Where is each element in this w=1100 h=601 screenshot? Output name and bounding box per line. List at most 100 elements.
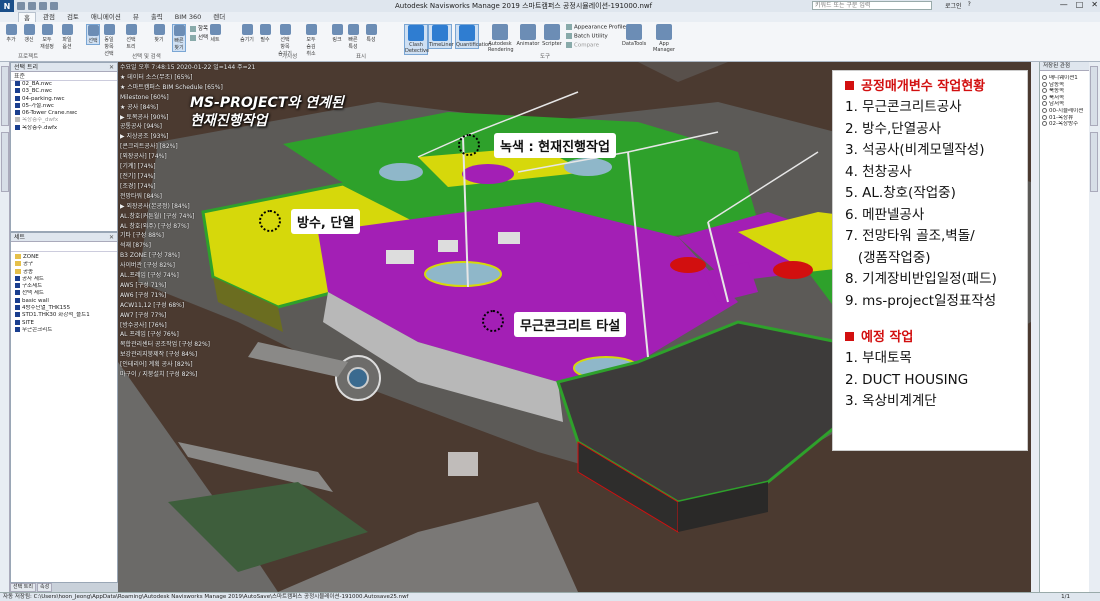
selection-tree-title: 선택 트리 xyxy=(14,64,38,71)
right-dock-strip xyxy=(1031,62,1039,592)
find-items-button[interactable]: 찾기 xyxy=(152,24,166,43)
list-item[interactable]: 공사 세트 xyxy=(15,275,117,283)
compare-button[interactable]: Compare xyxy=(566,42,599,49)
tab-output[interactable]: 출력 xyxy=(146,12,168,22)
selection-tree-filter[interactable]: 표준 xyxy=(11,72,117,81)
title-bar: N Autodesk Navisworks Manage 2019 스마트캠퍼스… xyxy=(0,0,1100,12)
file-options-button[interactable]: 파일 옵션 xyxy=(60,24,74,50)
list-item[interactable]: SITE xyxy=(15,319,117,327)
list-item[interactable]: STD1.THK30 화강석_플트1 xyxy=(15,312,117,319)
viewpoint-item[interactable]: 01-옥상뷰 xyxy=(1042,114,1089,122)
clash-detective-button[interactable]: Clash Detective xyxy=(404,24,429,55)
overlay-date-line: 수요일 오후 7:48:15 2020-01-22 일=144 주=21 xyxy=(120,64,256,71)
app-menu-button[interactable]: N xyxy=(0,0,14,12)
viewpoint-item[interactable]: 00-시뮬레이션 xyxy=(1042,107,1089,115)
search-input[interactable]: 키워드 또는 구문 입력 xyxy=(812,1,932,10)
model-file-icon xyxy=(15,102,20,108)
viewpoint-item[interactable]: 매니웨이션1 xyxy=(1042,75,1089,82)
panel-close-icon[interactable]: ✕ xyxy=(109,233,114,242)
rail-tab-viewpoints[interactable] xyxy=(1090,132,1098,192)
refresh-button[interactable]: 갱신 xyxy=(22,24,36,43)
quick-find-button[interactable]: 빠른 찾기 xyxy=(172,24,186,52)
properties-button[interactable]: 특성 xyxy=(364,24,378,43)
tab-review[interactable]: 검토 xyxy=(62,12,84,22)
properties-label: 특성 xyxy=(366,37,376,43)
clash-icon xyxy=(408,25,424,41)
save-icon[interactable] xyxy=(28,2,36,10)
list-item-label: ZONE xyxy=(23,254,39,260)
list-item[interactable]: 선택 세트 xyxy=(15,290,117,297)
rendering-button[interactable]: Autodesk Rendering xyxy=(488,24,514,53)
batch-utility-button[interactable]: Batch Utility xyxy=(566,33,608,40)
tab-home[interactable]: 홈 xyxy=(18,12,36,22)
list-item-label: basic wall xyxy=(22,297,49,304)
viewpoint-item[interactable]: 북동쪽 xyxy=(1042,88,1089,95)
links-button[interactable]: 링크 xyxy=(330,24,344,43)
timeliner-button[interactable]: TimeLiner xyxy=(428,24,454,49)
sets-button[interactable]: 세트 xyxy=(208,24,222,43)
overlay-line: [조경] [74%] xyxy=(120,182,156,190)
selection-tree-button[interactable]: 선택 트리 xyxy=(124,24,138,50)
tab-animation[interactable]: 애니메이션 xyxy=(86,12,126,22)
saved-viewpoints-panel: 저장된 관점 매니웨이션1 남동쪽 북동쪽 북서쪽 남서쪽 00-시뮬레이션 0… xyxy=(1039,62,1089,592)
overlay-line: ACW11,12 [구성 68%] xyxy=(120,301,185,309)
group-tools-label: 도구 xyxy=(540,54,551,60)
appearance-profiler-button[interactable]: Appearance Profiler xyxy=(566,24,628,31)
viewpoint-item[interactable]: 남동쪽 xyxy=(1042,81,1089,89)
viewpoint-item[interactable]: 남서쪽 xyxy=(1042,101,1089,108)
redo-icon[interactable] xyxy=(50,2,58,10)
reset-all-button[interactable]: 모두 재설정 xyxy=(40,24,54,50)
list-item[interactable]: 옥상층주.dwfx xyxy=(15,124,117,132)
list-item[interactable]: 무근콘크리트 xyxy=(15,326,117,334)
viewpoint-item[interactable]: 02-옥상방수 xyxy=(1042,121,1089,128)
append-button[interactable]: 추가 xyxy=(4,24,18,43)
list-item[interactable]: 05-가설.nwc xyxy=(15,102,117,110)
list-item[interactable]: 공구 xyxy=(15,261,117,268)
page-indicator: 1/1 xyxy=(1061,594,1070,600)
hide-button[interactable]: 숨기기 xyxy=(240,24,254,43)
tab-bim360[interactable]: BIM 360 xyxy=(170,12,206,22)
scripter-button[interactable]: Scripter xyxy=(540,24,564,47)
list-item[interactable]: basic wall xyxy=(15,297,117,305)
list-item[interactable]: 03_BC.nwc xyxy=(15,88,117,95)
viewpoint-item[interactable]: 북서쪽 xyxy=(1042,94,1089,102)
select-small[interactable]: 선택 xyxy=(190,33,208,41)
tab-view[interactable]: 뷰 xyxy=(128,12,144,22)
tab-select[interactable]: 관점 xyxy=(38,12,60,22)
require-button[interactable]: 필수 xyxy=(258,24,272,43)
quantification-button[interactable]: Quantification xyxy=(455,24,491,49)
undo-icon[interactable] xyxy=(39,2,47,10)
list-item[interactable]: 02_BA.nwc xyxy=(15,81,117,88)
minimize-button[interactable]: — xyxy=(1060,0,1068,9)
list-item[interactable]: 구조세트 xyxy=(15,283,117,290)
panel-close-icon[interactable]: ✕ xyxy=(109,63,114,72)
select-button[interactable]: 선택 xyxy=(86,24,100,45)
help-icon[interactable]: ? xyxy=(968,1,971,10)
rail-tab-1[interactable] xyxy=(1,66,9,126)
user-login[interactable]: 로그인 xyxy=(945,1,962,10)
open-icon[interactable] xyxy=(17,2,25,10)
list-item[interactable]: 04-parking.nwc xyxy=(15,95,117,103)
tab-selection-tree[interactable]: 선택 트리 xyxy=(10,583,36,592)
list-item[interactable]: ZONE xyxy=(15,254,117,261)
list-item[interactable]: 옥상층주_dwfx xyxy=(15,117,117,124)
group-visibility-label: 가시성 xyxy=(282,54,298,60)
app-manager-button[interactable]: App Manager xyxy=(652,24,676,53)
tab-render[interactable]: 렌더 xyxy=(208,12,230,22)
timeliner-label: TimeLiner xyxy=(429,42,454,48)
list-item[interactable]: 06-Tower Crane.nwc xyxy=(15,110,117,117)
tab-properties[interactable]: 속성 xyxy=(37,583,53,592)
unhide-all-button[interactable]: 모두 숨김 취소 xyxy=(304,24,318,57)
window-title: Autodesk Navisworks Manage 2019 스마트캠퍼스 공… xyxy=(395,2,653,10)
list-item[interactable]: 4방수단열_THK155 xyxy=(15,305,117,312)
rail-tab-properties[interactable] xyxy=(1090,66,1098,126)
maximize-button[interactable]: □ xyxy=(1076,0,1084,9)
animator-button[interactable]: Animator xyxy=(516,24,540,47)
select-same-button[interactable]: 동일 항목 선택 xyxy=(102,24,116,57)
animator-label: Animator xyxy=(516,41,540,47)
rail-tab-2[interactable] xyxy=(1,132,9,192)
quick-properties-button[interactable]: 빠른 특성 xyxy=(346,24,360,50)
close-button[interactable]: ✕ xyxy=(1091,0,1098,9)
datatools-button[interactable]: DataTools xyxy=(622,24,646,47)
list-item[interactable]: 공종 xyxy=(15,268,117,276)
